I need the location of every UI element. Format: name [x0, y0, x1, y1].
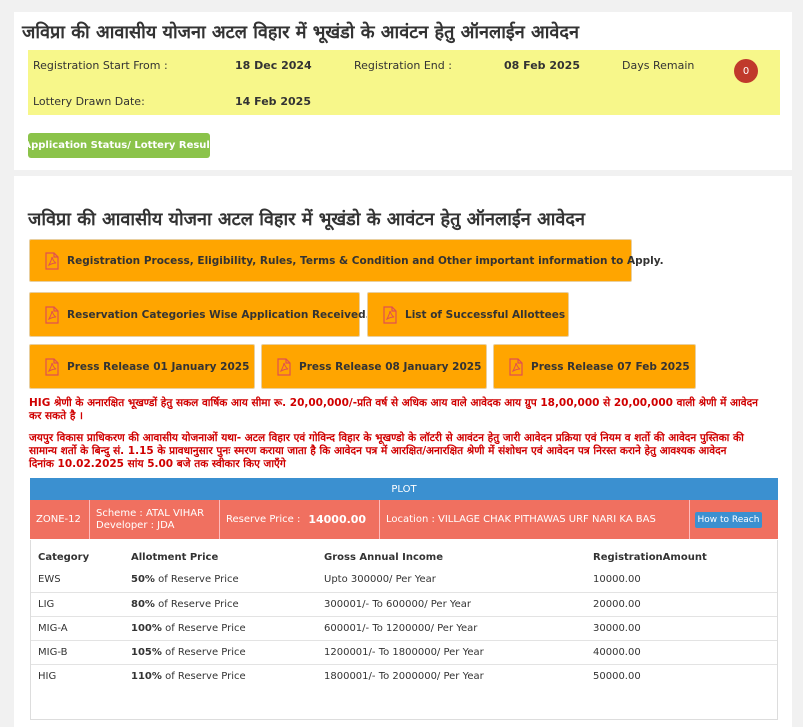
- col-gross-income: Gross Annual Income: [324, 552, 443, 563]
- table-row: MIG-B 105% of Reserve Price 1200001/- To…: [31, 640, 777, 664]
- hig-income-notice: HIG श्रेणी के अनारक्षित भूखण्डों हेतु सक…: [29, 397, 758, 422]
- plot-header: PLOT: [30, 478, 778, 500]
- plot-zone: ZONE-12: [30, 500, 90, 539]
- reservation-categories-label: Reservation Categories Wise Application …: [67, 308, 370, 321]
- plot-scheme-cell: Scheme : ATAL VIHAR Developer : JDA: [90, 500, 220, 539]
- category-table: Category Allotment Price Gross Annual In…: [30, 540, 778, 720]
- amendment-notice: जयपुर विकास प्राधिकरण की आवासीय योजनाओं …: [29, 432, 744, 470]
- col-allotment-price: Allotment Price: [131, 552, 219, 563]
- table-row: EWS 50% of Reserve Price Upto 300000/ Pe…: [38, 574, 641, 585]
- pdf-icon: [277, 357, 291, 376]
- registration-process-button[interactable]: Registration Process, Eligibility, Rules…: [29, 239, 664, 282]
- pdf-icon: [45, 305, 59, 324]
- press-release-07-feb-label: Press Release 07 Feb 2025: [531, 360, 690, 373]
- category-table-header: Category Allotment Price Gross Annual In…: [31, 546, 777, 570]
- table-row: HIG 110% of Reserve Price 1800001/- To 2…: [31, 664, 777, 688]
- press-release-08-jan-button[interactable]: Press Release 08 January 2025: [261, 344, 487, 389]
- plot-scheme: Scheme : ATAL VIHAR: [96, 507, 205, 519]
- application-status-button[interactable]: Application Status/ Lottery Result: [23, 133, 215, 158]
- plot-reserve-price-cell: Reserve Price : 14000.00: [220, 500, 380, 539]
- how-to-reach-button[interactable]: How to Reach: [695, 512, 762, 528]
- col-registration-amount: RegistrationAmount: [593, 552, 707, 563]
- registration-info-box: Registration Start From : 18 Dec 2024 Re…: [28, 50, 780, 115]
- plot-developer: Developer : JDA: [96, 519, 175, 531]
- lottery-date-label: Lottery Drawn Date:: [33, 95, 145, 108]
- days-remain-badge: 0: [734, 59, 758, 83]
- press-release-08-jan-label: Press Release 08 January 2025: [299, 360, 482, 373]
- pdf-icon: [45, 357, 59, 376]
- scheme-title: जविप्रा की आवासीय योजना अटल विहार में भू…: [28, 209, 585, 230]
- days-remain-label: Days Remain: [622, 59, 695, 72]
- reg-end-value: 08 Feb 2025: [504, 59, 580, 72]
- lottery-date-value: 14 Feb 2025: [235, 95, 311, 108]
- successful-allottees-button[interactable]: List of Successful Allottees: [367, 292, 569, 337]
- reserve-price-value: 14000.00: [308, 513, 367, 526]
- reg-start-value: 18 Dec 2024: [235, 59, 312, 72]
- col-category: Category: [38, 552, 90, 563]
- table-row: LIG 80% of Reserve Price 300001/- To 600…: [31, 592, 777, 616]
- plot-location: Location : VILLAGE CHAK PITHAWAS URF NAR…: [380, 500, 690, 539]
- plot-details-row: ZONE-12 Scheme : ATAL VIHAR Developer : …: [30, 500, 778, 539]
- reservation-categories-button[interactable]: Reservation Categories Wise Application …: [29, 292, 370, 337]
- reg-end-label: Registration End :: [354, 59, 452, 72]
- reserve-price-label: Reserve Price :: [226, 514, 301, 525]
- table-row: MIG-A 100% of Reserve Price 600001/- To …: [31, 616, 777, 640]
- press-release-07-feb-button[interactable]: Press Release 07 Feb 2025: [493, 344, 696, 389]
- press-release-01-jan-label: Press Release 01 January 2025: [67, 360, 250, 373]
- pdf-icon: [509, 357, 523, 376]
- registration-process-label: Registration Process, Eligibility, Rules…: [67, 254, 664, 267]
- press-release-01-jan-button[interactable]: Press Release 01 January 2025: [29, 344, 255, 389]
- pdf-icon: [45, 251, 59, 270]
- pdf-icon: [383, 305, 397, 324]
- page-title: जविप्रा की आवासीय योजना अटल विहार में भू…: [22, 22, 579, 43]
- successful-allottees-label: List of Successful Allottees: [405, 308, 566, 321]
- reg-start-label: Registration Start From :: [33, 59, 168, 72]
